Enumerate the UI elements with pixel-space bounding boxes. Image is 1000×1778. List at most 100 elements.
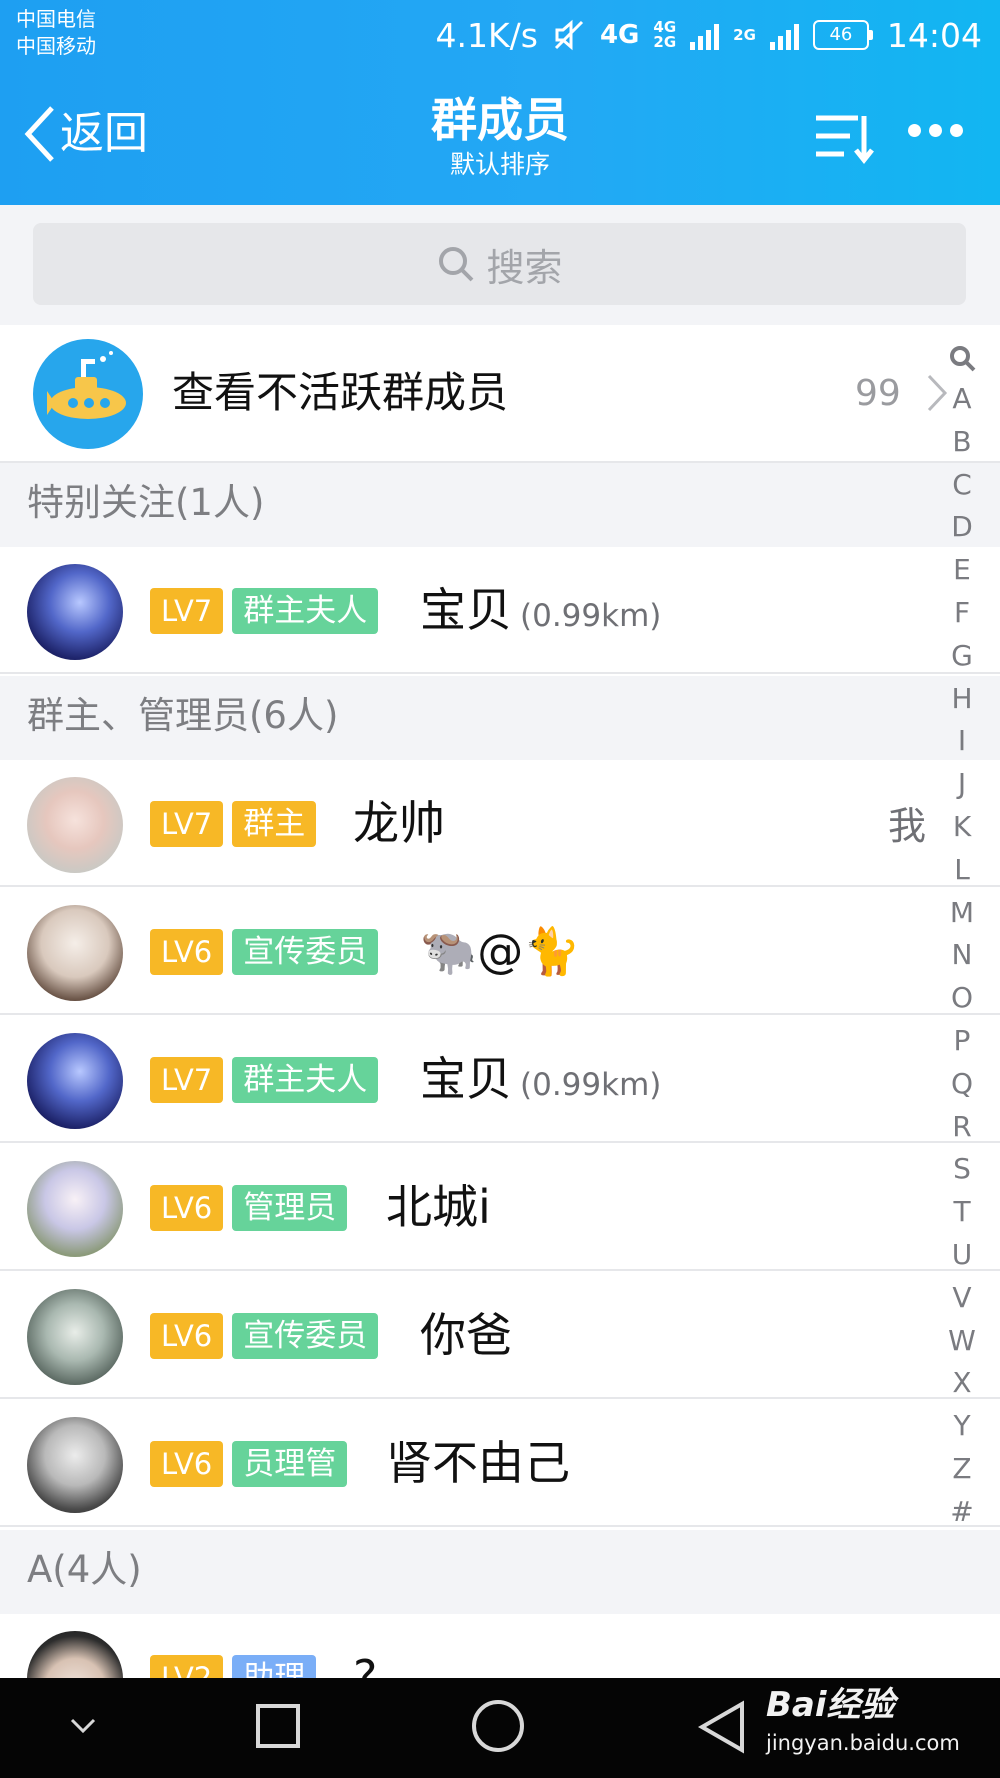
carrier-1: 中国电信 [16,7,96,31]
avatar [27,905,123,1001]
index-letter[interactable]: X [932,1362,992,1405]
search-placeholder: 搜索 [486,245,563,290]
index-letter[interactable]: R [932,1106,992,1149]
member-row[interactable]: LV6 宣传委员 🐃@🐈 [0,888,1000,1015]
section-title: 特别关注(1人) [27,481,265,524]
role-badge: 管理员 [232,1185,348,1231]
index-letter[interactable]: Q [932,1063,992,1106]
level-badge: LV6 [150,1441,224,1487]
index-letter[interactable]: I [932,720,992,763]
status-bar: 中国电信 中国移动 4.1K/s 4G 4G 2G 2G 46 14:04 [0,0,1000,70]
member-name: 宝贝 (0.99km) [420,1052,662,1106]
level-badge: LV7 [150,588,224,634]
index-letter[interactable]: Y [932,1405,992,1448]
index-letter[interactable]: E [932,549,992,592]
member-name: 肾不由己 [386,1436,570,1490]
inactive-members-label: 查看不活跃群成员 [172,368,509,417]
level-badge: LV2 [150,1655,224,1678]
back-triangle-icon[interactable] [696,1700,746,1754]
role-badge: 助理 [232,1655,317,1678]
member-badges: LV6 员理管 [150,1441,348,1487]
self-tag: 我 [888,804,927,848]
index-letter[interactable]: O [932,977,992,1020]
member-row[interactable]: LV6 管理员 北城i [0,1144,1000,1271]
section-header-admins: 群主、管理员(6人) [0,676,1000,760]
member-row[interactable]: LV7 群主夫人 宝贝 (0.99km) [0,1016,1000,1143]
member-name: 宝贝 (0.99km) [420,583,662,637]
avatar [27,777,123,873]
member-row[interactable]: LV7 群主 龙帅 我 [0,760,1000,887]
sort-icon[interactable] [812,110,874,166]
index-letter[interactable]: N [932,934,992,977]
search-icon [439,247,474,282]
member-distance: (0.99km) [520,598,662,634]
avatar [27,564,123,660]
index-letter[interactable]: G [932,635,992,678]
member-row[interactable]: LV6 员理管 肾不由己 [0,1400,1000,1527]
index-letter[interactable]: # [932,1491,992,1534]
section-header-a: A(4人) [0,1530,1000,1614]
level-badge: LV6 [150,1185,224,1231]
level-badge: LV6 [150,929,224,975]
member-name: 🐃@🐈 [420,924,581,978]
role-badge: 群主夫人 [232,588,379,634]
member-badges: LV7 群主夫人 [150,1057,379,1103]
index-letter[interactable]: U [932,1234,992,1277]
dual-sim-icon: 4G 2G [653,18,677,51]
search-area: 搜索 [0,205,1000,325]
submarine-icon [33,339,143,449]
index-letter[interactable]: V [932,1277,992,1320]
alphabet-index[interactable]: A B C D E F G H I J K L M N O P Q R S T U V W X Y Z # [932,338,992,1528]
index-letter[interactable]: H [932,678,992,721]
section-title: 群主、管理员(6人) [27,694,339,737]
index-letter[interactable]: P [932,1020,992,1063]
level-badge: LV6 [150,1313,224,1359]
avatar [27,1631,123,1678]
index-letter[interactable]: K [932,806,992,849]
more-options-icon[interactable] [908,124,963,137]
carrier-info: 中国电信 中国移动 [16,6,96,60]
avatar [27,1289,123,1385]
mute-icon [554,19,584,51]
recent-apps-icon[interactable] [254,1702,302,1750]
search-input[interactable]: 搜索 [33,223,966,305]
index-search-icon[interactable] [932,338,992,378]
member-badges: LV7 群主夫人 [150,588,379,634]
index-letter[interactable]: F [932,592,992,635]
level-badge: LV7 [150,801,224,847]
index-letter[interactable]: J [932,763,992,806]
member-row[interactable]: LV2 助理 ? [0,1614,1000,1678]
index-letter[interactable]: T [932,1191,992,1234]
member-row[interactable]: LV7 群主夫人 宝贝 (0.99km) [0,547,1000,674]
avatar [27,1033,123,1129]
inactive-members-row[interactable]: 查看不活跃群成员 99 [0,325,1000,463]
index-letter[interactable]: A [932,378,992,421]
index-letter[interactable]: Z [932,1448,992,1491]
network-type: 4G [599,20,640,50]
battery-level: 46 [812,20,869,50]
member-badges: LV6 宣传委员 [150,929,379,975]
index-letter[interactable]: C [932,464,992,507]
index-letter[interactable]: M [932,892,992,935]
section-title: A(4人) [27,1548,142,1591]
clock: 14:04 [886,15,982,55]
index-letter[interactable]: W [932,1320,992,1363]
member-row[interactable]: LV6 宣传委员 你爸 [0,1272,1000,1399]
chevron-down-icon[interactable] [68,1710,98,1740]
signal-icon-2 [769,20,799,50]
index-letter[interactable]: D [932,506,992,549]
watermark-logo: Bai经验 [766,1685,895,1725]
role-badge: 宣传委员 [232,929,379,975]
home-icon[interactable] [470,1698,526,1754]
role-badge: 群主夫人 [232,1057,379,1103]
inactive-members-count: 99 [855,373,901,414]
member-badges: LV6 管理员 [150,1185,348,1231]
member-badges: LV7 群主 [150,801,317,847]
member-distance: (0.99km) [520,1067,662,1103]
index-letters[interactable]: A B C D E F G H I J K L M N O P Q R S T U V W X Y Z # [932,378,992,1528]
index-letter[interactable]: B [932,421,992,464]
member-name: 龙帅 [353,796,445,850]
index-letter[interactable]: L [932,849,992,892]
index-letter[interactable]: S [932,1148,992,1191]
app-header: 中国电信 中国移动 4.1K/s 4G 4G 2G 2G 46 14:04 返回… [0,0,1000,205]
